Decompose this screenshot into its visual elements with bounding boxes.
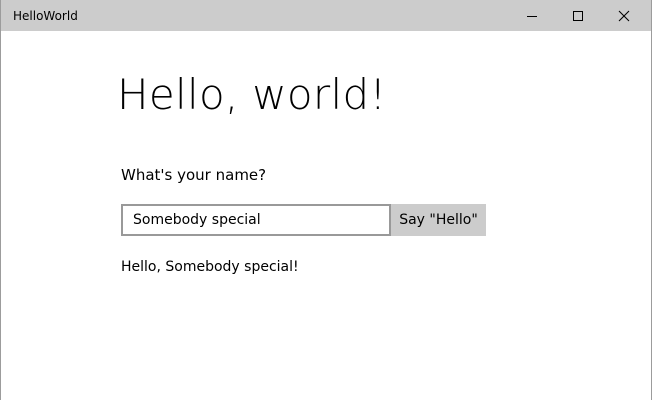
minimize-icon [527, 16, 537, 17]
greeting-output: Hello, Somebody special! [121, 259, 299, 275]
name-input[interactable] [121, 204, 391, 236]
close-button[interactable] [601, 0, 647, 31]
minimize-button[interactable] [509, 0, 555, 31]
maximize-button[interactable] [555, 0, 601, 31]
title-bar[interactable]: HelloWorld [1, 0, 651, 31]
say-hello-button[interactable]: Say "Hello" [391, 204, 486, 236]
page-title: Hello, world! [117, 70, 387, 119]
maximize-icon [573, 11, 583, 21]
name-prompt-label: What's your name? [121, 166, 267, 184]
close-icon [618, 10, 630, 22]
app-window: HelloWorld Hello, world! What's your nam… [0, 0, 652, 400]
window-title: HelloWorld [13, 9, 78, 23]
